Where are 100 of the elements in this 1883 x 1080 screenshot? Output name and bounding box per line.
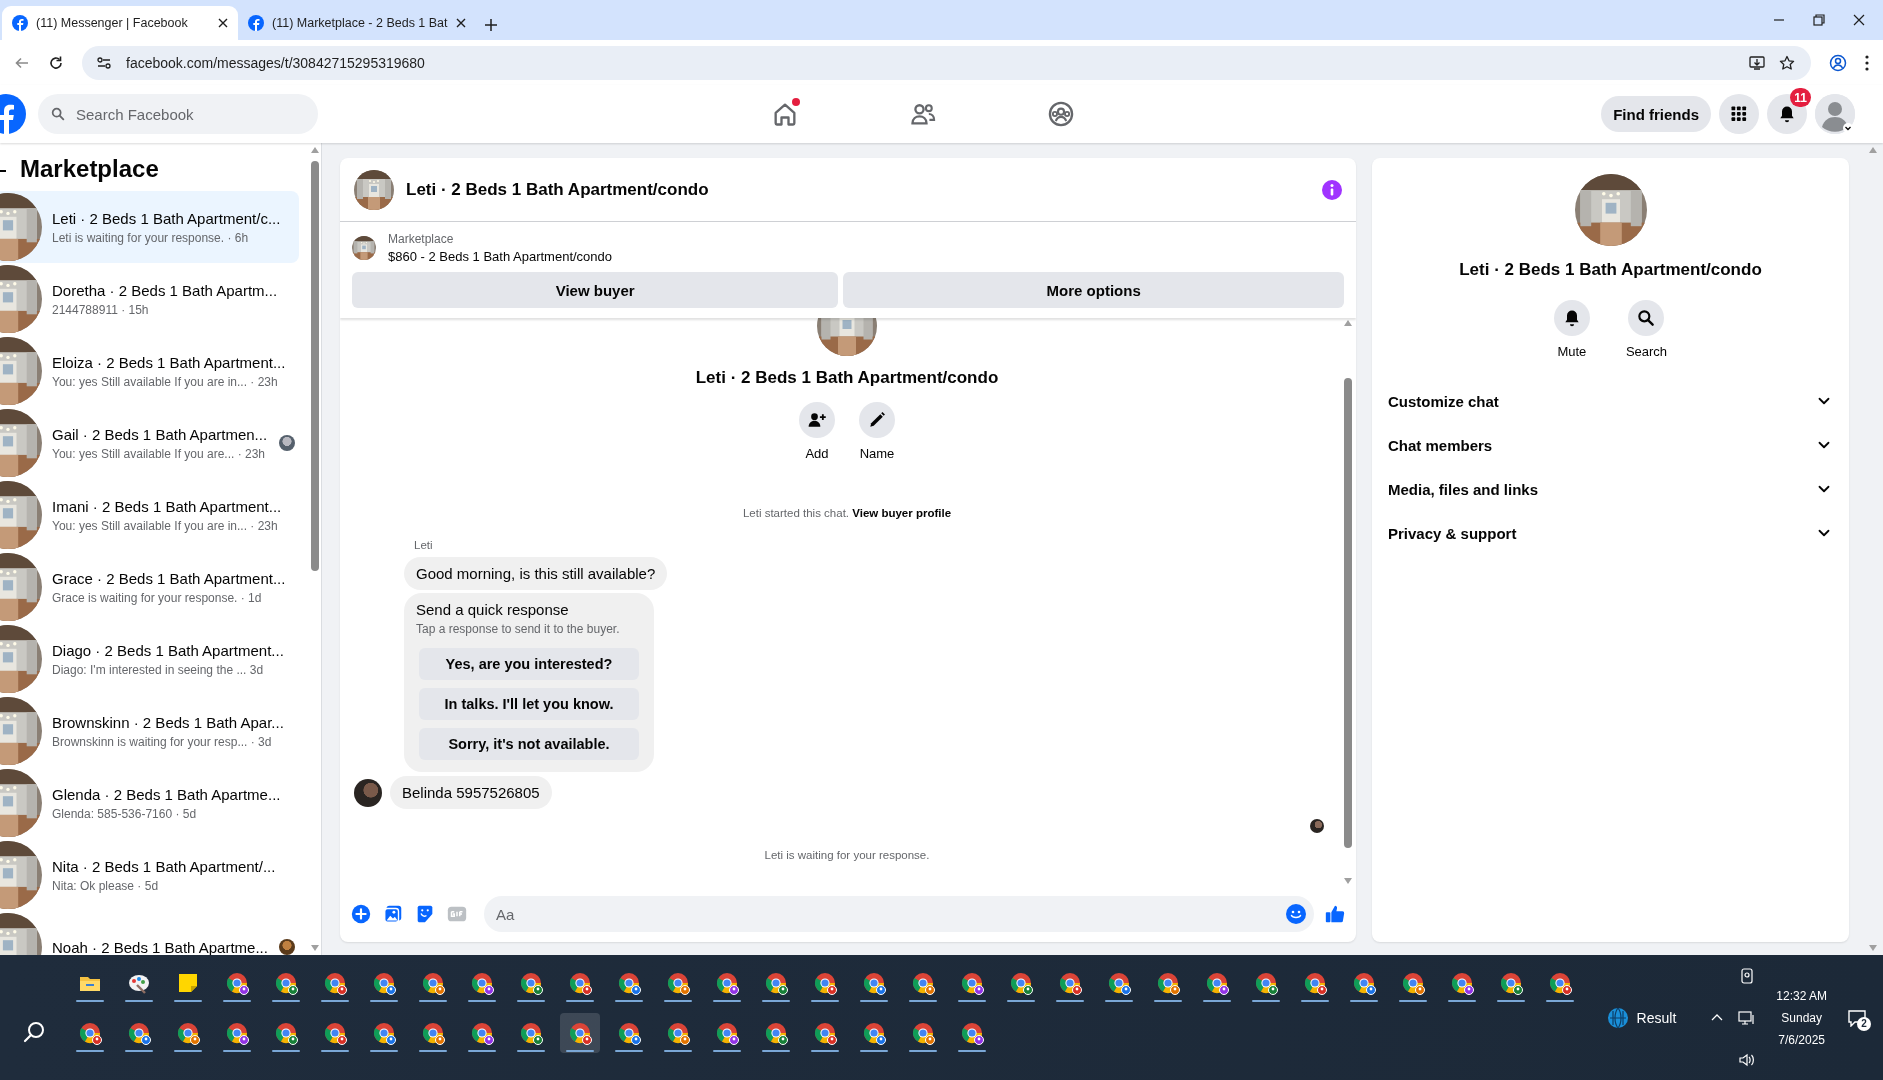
profile-name: Leti · 2 Beds 1 Bath Apartment/condo: [695, 368, 999, 388]
close-icon[interactable]: [455, 18, 466, 28]
search-bar[interactable]: Search Facebook: [38, 94, 318, 134]
browser-tab[interactable]: (11) Messenger | Facebook: [2, 6, 238, 40]
scroll-down-icon[interactable]: [1344, 878, 1352, 884]
plus-icon[interactable]: [350, 903, 372, 925]
profile-icon[interactable]: [1829, 53, 1847, 72]
notification-badge: 11: [1790, 88, 1811, 107]
site-settings-icon[interactable]: [96, 54, 112, 71]
camera-icon[interactable]: [1740, 967, 1755, 984]
quick-reply-button[interactable]: Yes, are you interested?: [419, 648, 639, 680]
quick-reply-button[interactable]: Sorry, it's not available.: [419, 728, 639, 760]
view-buyer-profile-link[interactable]: View buyer profile: [852, 507, 952, 519]
browser-icon: [1009, 971, 1033, 995]
browser-icon: [715, 1021, 739, 1045]
pencil-icon: [867, 410, 887, 430]
message-icon: [1847, 1008, 1867, 1027]
conversation-preview: You: yes Still available If you are... · 23h: [52, 446, 266, 461]
new-tab-icon[interactable]: [483, 18, 498, 32]
search-input[interactable]: Search Facebook: [74, 94, 306, 134]
browser-icon: [519, 971, 543, 995]
browser-icon: [813, 1021, 837, 1045]
details-section[interactable]: Chat members: [1388, 423, 1833, 467]
section-label: Media, files and links: [1388, 480, 1539, 498]
scroll-down-icon[interactable]: [311, 945, 319, 951]
address-bar[interactable]: facebook.com/messages/t/30842715295319680: [82, 45, 1811, 80]
conversation-title: Gail · 2 Beds 1 Bath Apartmen...: [52, 425, 269, 443]
more-options-button[interactable]: More options: [843, 272, 1344, 308]
browser-icon: [911, 1021, 935, 1045]
avatar-icon: [1815, 94, 1855, 134]
details-section[interactable]: Customize chat: [1388, 379, 1833, 423]
find-friends-button[interactable]: Find friends: [1601, 96, 1711, 132]
conversation-title: Nita · 2 Beds 1 Bath Apartment/...: [52, 857, 277, 875]
browser-icon: [1303, 971, 1327, 995]
day-text: Sunday: [1781, 1010, 1822, 1025]
conversation-preview: You: yes Still available If you are in... · 23h: [52, 518, 279, 533]
browser-icon: [666, 1021, 690, 1045]
network-icon[interactable]: [1738, 1009, 1757, 1026]
message-bubble: Good morning, is this still available?: [404, 557, 668, 590]
notifications-button[interactable]: 2: [1847, 1008, 1867, 1027]
thumbs-up-icon[interactable]: [1324, 903, 1346, 925]
weather-widget[interactable]: Result: [1606, 1006, 1677, 1029]
browser-icon: [470, 1021, 494, 1045]
emoji-icon[interactable]: [1286, 904, 1306, 924]
browser-icon: [568, 1021, 592, 1045]
browser-icon: [421, 1021, 445, 1045]
scroll-up-icon[interactable]: [311, 147, 319, 153]
browser-icon: [519, 1021, 543, 1045]
browser-icon: [225, 971, 249, 995]
sender-name: Leti: [414, 539, 434, 551]
conversation-title: Brownskinn · 2 Beds 1 Bath Apar...: [52, 713, 285, 731]
browser-icon: [1401, 971, 1425, 995]
scrollbar-thumb[interactable]: [1344, 378, 1352, 848]
conversation-preview: Diago: I'm interested in seeing the ... 3d: [52, 662, 265, 677]
browser-icon: [323, 971, 347, 995]
tab-title: (11) Marketplace - 2 Beds 1 Bat: [272, 16, 448, 30]
conversation-item[interactable]: Leti · 2 Beds 1 Bath Apartment/c... Leti is waiting for your response. · 6h: [0, 191, 299, 263]
menu-button[interactable]: [1719, 94, 1759, 134]
scrollbar-thumb[interactable]: [311, 161, 319, 571]
browser-icon: [1156, 971, 1180, 995]
close-icon[interactable]: [1853, 14, 1865, 26]
star-icon[interactable]: [1779, 54, 1795, 71]
details-section[interactable]: Media, files and links: [1388, 467, 1833, 511]
taskbar-app[interactable]: [560, 1013, 600, 1053]
install-icon[interactable]: [1749, 54, 1765, 71]
page-icon: [12, 15, 28, 31]
browser-icon: [568, 971, 592, 995]
restore-icon[interactable]: [1813, 14, 1825, 26]
image-icon[interactable]: [382, 903, 404, 925]
browser-icon: [421, 971, 445, 995]
quick-reply-button[interactable]: In talks. I'll let you know.: [419, 688, 639, 720]
account-button[interactable]: [1815, 94, 1855, 134]
notifications-button[interactable]: [1767, 94, 1807, 134]
close-icon[interactable]: [218, 18, 228, 28]
browser-tab[interactable]: (11) Marketplace - 2 Beds 1 Bat: [238, 6, 476, 40]
search-icon: [50, 106, 66, 122]
conversation-title: Glenda · 2 Beds 1 Bath Apartme...: [52, 785, 282, 803]
volume-icon[interactable]: [1738, 1051, 1757, 1068]
info-icon[interactable]: [1322, 179, 1342, 200]
chat-title: Leti · 2 Beds 1 Bath Apartment/condo: [406, 179, 710, 200]
menu-icon[interactable]: [1865, 54, 1869, 71]
conversation-preview: Leti is waiting for your response. · 6h: [52, 230, 250, 245]
browser-icon: [862, 971, 886, 995]
browser-icon: [862, 1021, 886, 1045]
view-buyer-button[interactable]: View buyer: [352, 272, 839, 308]
page-icon: [248, 15, 264, 31]
clock[interactable]: 12:32 AM Sunday 7/6/2025: [1770, 988, 1833, 1047]
conversation-title: Leti · 2 Beds 1 Bath Apartment/c...: [52, 209, 282, 227]
reload-icon[interactable]: [48, 54, 64, 71]
details-section[interactable]: Privacy & support: [1388, 511, 1833, 555]
browser-icon: [715, 971, 739, 995]
conversation-title: Imani · 2 Beds 1 Bath Apartment...: [52, 497, 283, 515]
browser-icon: [960, 1021, 984, 1045]
search-icon[interactable]: [23, 1019, 47, 1044]
contact-name: Leti · 2 Beds 1 Bath Apartment/condo: [1459, 260, 1762, 280]
scroll-up-icon[interactable]: [1344, 320, 1352, 326]
browser-icon: [323, 1021, 347, 1045]
browser-icon: [372, 971, 396, 995]
browser-icon: [1205, 971, 1229, 995]
browser-icon: [1107, 971, 1131, 995]
